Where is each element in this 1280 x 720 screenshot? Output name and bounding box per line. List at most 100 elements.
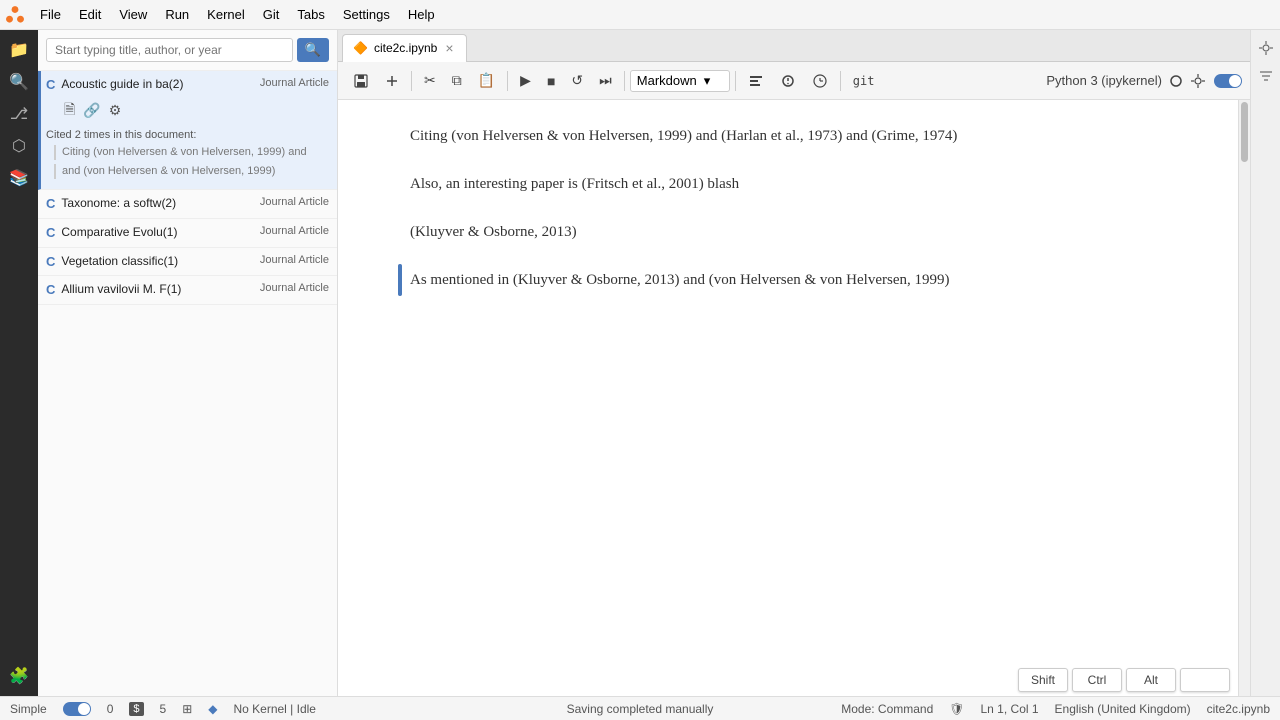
keyboard-hints: Shift Ctrl Alt bbox=[1018, 668, 1230, 696]
scroll-thumb[interactable] bbox=[1241, 102, 1248, 162]
filename-status: cite2c.ipynb bbox=[1207, 702, 1270, 716]
citation-actions-0: 🗎 🔗 ⚙ bbox=[46, 97, 329, 125]
main-area: 📁 🔍 ⎇ ⬡ 📚 🧩 🔍 C Acoustic guide in ba(2) … bbox=[0, 30, 1280, 696]
vertical-scrollbar[interactable] bbox=[1238, 100, 1250, 696]
shift-key: Shift bbox=[1018, 668, 1068, 692]
citation-link-btn[interactable]: 🔗 bbox=[81, 97, 102, 125]
menu-help[interactable]: Help bbox=[400, 4, 443, 25]
menu-edit[interactable]: Edit bbox=[71, 4, 109, 25]
notebook-tab[interactable]: 🔶 cite2c.ipynb × bbox=[342, 34, 467, 62]
cell-3: (Kluyver & Osborne, 2013) bbox=[398, 216, 1178, 248]
notebook-tab-label: cite2c.ipynb bbox=[374, 41, 437, 55]
cell-indicator-3 bbox=[398, 216, 402, 248]
alt-key: Alt bbox=[1126, 668, 1176, 692]
stop-button[interactable]: ■ bbox=[540, 69, 562, 93]
status-grid-icon: ⊞ bbox=[182, 702, 192, 716]
citation-title-0: Acoustic guide in ba(2) bbox=[61, 77, 254, 93]
citation-letter-3: C bbox=[46, 254, 55, 269]
notebook-tab-close[interactable]: × bbox=[443, 40, 455, 56]
citation-title-1: Taxonome: a softw(2) bbox=[61, 196, 254, 212]
simple-label: Simple bbox=[10, 702, 47, 716]
kernel-toggle[interactable] bbox=[1214, 74, 1242, 88]
cell-content-3[interactable]: (Kluyver & Osborne, 2013) bbox=[410, 216, 1178, 248]
toolbar: ✂ ⧉ 📋 ▶ ■ ↺ ⏭ Markdown ▾ git bbox=[338, 62, 1250, 100]
book-icon[interactable]: 📚 bbox=[7, 166, 31, 190]
save-button[interactable] bbox=[346, 69, 376, 93]
settings-icon-right[interactable] bbox=[1256, 38, 1276, 58]
cell-2: Also, an interesting paper is (Fritsch e… bbox=[398, 168, 1178, 200]
cell-indicator-4 bbox=[398, 264, 402, 296]
menu-settings[interactable]: Settings bbox=[335, 4, 398, 25]
notebook-tab-icon: 🔶 bbox=[353, 41, 368, 55]
search-input[interactable] bbox=[46, 38, 293, 62]
citation-panel: 🔍 C Acoustic guide in ba(2) Journal Arti… bbox=[38, 30, 338, 696]
cell-content-2[interactable]: Also, an interesting paper is (Fritsch e… bbox=[410, 168, 1178, 200]
menu-tabs[interactable]: Tabs bbox=[289, 4, 332, 25]
cut-button[interactable]: ✂ bbox=[417, 68, 443, 93]
citation-letter-4: C bbox=[46, 282, 55, 297]
menu-bar: File Edit View Run Kernel Git Tabs Setti… bbox=[0, 0, 1280, 30]
restart-button[interactable]: ↺ bbox=[564, 68, 590, 93]
citation-item-2[interactable]: C Comparative Evolu(1) Journal Article bbox=[38, 219, 337, 248]
tab-bar: 🔶 cite2c.ipynb × bbox=[338, 30, 1250, 62]
status-five: 5 bbox=[160, 702, 167, 716]
citation-item-4[interactable]: C Allium vavilovii M. F(1) Journal Artic… bbox=[38, 276, 337, 305]
toolbar-icon-btn-2[interactable] bbox=[773, 69, 803, 93]
search-sidebar-icon[interactable]: 🔍 bbox=[7, 70, 31, 94]
status-zero: 0 bbox=[107, 702, 114, 716]
cited-contexts-0: Citing (von Helversen & von Helversen, 1… bbox=[46, 145, 329, 180]
cell-indicator-2 bbox=[398, 168, 402, 200]
cell-content-4[interactable]: As mentioned in (Kluyver & Osborne, 2013… bbox=[410, 264, 1178, 296]
menu-view[interactable]: View bbox=[111, 4, 155, 25]
saving-status: Saving completed manually bbox=[567, 702, 714, 716]
clock-button[interactable] bbox=[805, 69, 835, 93]
toolbar-sep-5 bbox=[840, 71, 841, 91]
toolbar-sep-2 bbox=[507, 71, 508, 91]
menu-run[interactable]: Run bbox=[157, 4, 197, 25]
run-button[interactable]: ▶ bbox=[513, 68, 538, 93]
language-status: English (United Kingdom) bbox=[1055, 702, 1191, 716]
search-button[interactable]: 🔍 bbox=[297, 38, 329, 62]
restart-run-button[interactable]: ⏭ bbox=[592, 68, 619, 93]
cell-4: As mentioned in (Kluyver & Osborne, 2013… bbox=[398, 264, 1178, 296]
menu-git[interactable]: Git bbox=[255, 4, 288, 25]
cell-area: Citing (von Helversen & von Helversen, 1… bbox=[338, 100, 1238, 696]
folder-icon[interactable]: 📁 bbox=[7, 38, 31, 62]
git-button[interactable]: git bbox=[846, 70, 882, 92]
copy-button[interactable]: ⧉ bbox=[445, 68, 469, 93]
citation-title-2: Comparative Evolu(1) bbox=[61, 225, 254, 241]
citation-item-3[interactable]: C Vegetation classific(1) Journal Articl… bbox=[38, 248, 337, 277]
paste-button[interactable]: 📋 bbox=[471, 68, 502, 93]
ln-col-status: Ln 1, Col 1 bbox=[981, 702, 1039, 716]
kernel-settings-icon bbox=[1190, 73, 1206, 89]
citation-list: C Acoustic guide in ba(2) Journal Articl… bbox=[38, 71, 337, 696]
citation-item-0[interactable]: C Acoustic guide in ba(2) Journal Articl… bbox=[38, 71, 337, 190]
cell-type-dropdown[interactable]: Markdown ▾ bbox=[630, 70, 730, 92]
git-branch-icon[interactable]: ⎇ bbox=[7, 102, 31, 126]
citation-gear-btn[interactable]: ⚙ bbox=[107, 97, 124, 125]
right-sidebar bbox=[1250, 30, 1280, 696]
add-cell-button[interactable] bbox=[378, 70, 406, 92]
cell-1: Citing (von Helversen & von Helversen, 1… bbox=[398, 120, 1178, 152]
filter-icon-right[interactable] bbox=[1256, 66, 1276, 86]
cell-content-1[interactable]: Citing (von Helversen & von Helversen, 1… bbox=[410, 120, 1178, 152]
scroll-container: Citing (von Helversen & von Helversen, 1… bbox=[338, 100, 1250, 696]
citation-file-btn[interactable]: 🗎 bbox=[62, 97, 77, 125]
shield-icon: 🛡 bbox=[949, 702, 964, 716]
extensions-icon[interactable]: ⬡ bbox=[7, 134, 31, 158]
cited-context-1: and (von Helversen & von Helversen, 1999… bbox=[54, 164, 329, 179]
toolbar-icon-btn-1[interactable] bbox=[741, 69, 771, 93]
status-right: Mode: Command 🛡 Ln 1, Col 1 English (Uni… bbox=[841, 702, 1270, 716]
cell-type-chevron: ▾ bbox=[704, 73, 711, 89]
menu-file[interactable]: File bbox=[32, 4, 69, 25]
citation-title-4: Allium vavilovii M. F(1) bbox=[61, 282, 254, 298]
search-area: 🔍 bbox=[38, 30, 337, 71]
menu-kernel[interactable]: Kernel bbox=[199, 4, 253, 25]
ctrl-key: Ctrl bbox=[1072, 668, 1122, 692]
simple-toggle[interactable] bbox=[63, 702, 91, 716]
status-diamond-icon: ◆ bbox=[208, 702, 217, 716]
citation-item-1[interactable]: C Taxonome: a softw(2) Journal Article bbox=[38, 190, 337, 219]
puzzle-icon[interactable]: 🧩 bbox=[7, 664, 31, 688]
citation-type-0: Journal Article bbox=[260, 77, 329, 89]
mode-status: Mode: Command bbox=[841, 702, 933, 716]
